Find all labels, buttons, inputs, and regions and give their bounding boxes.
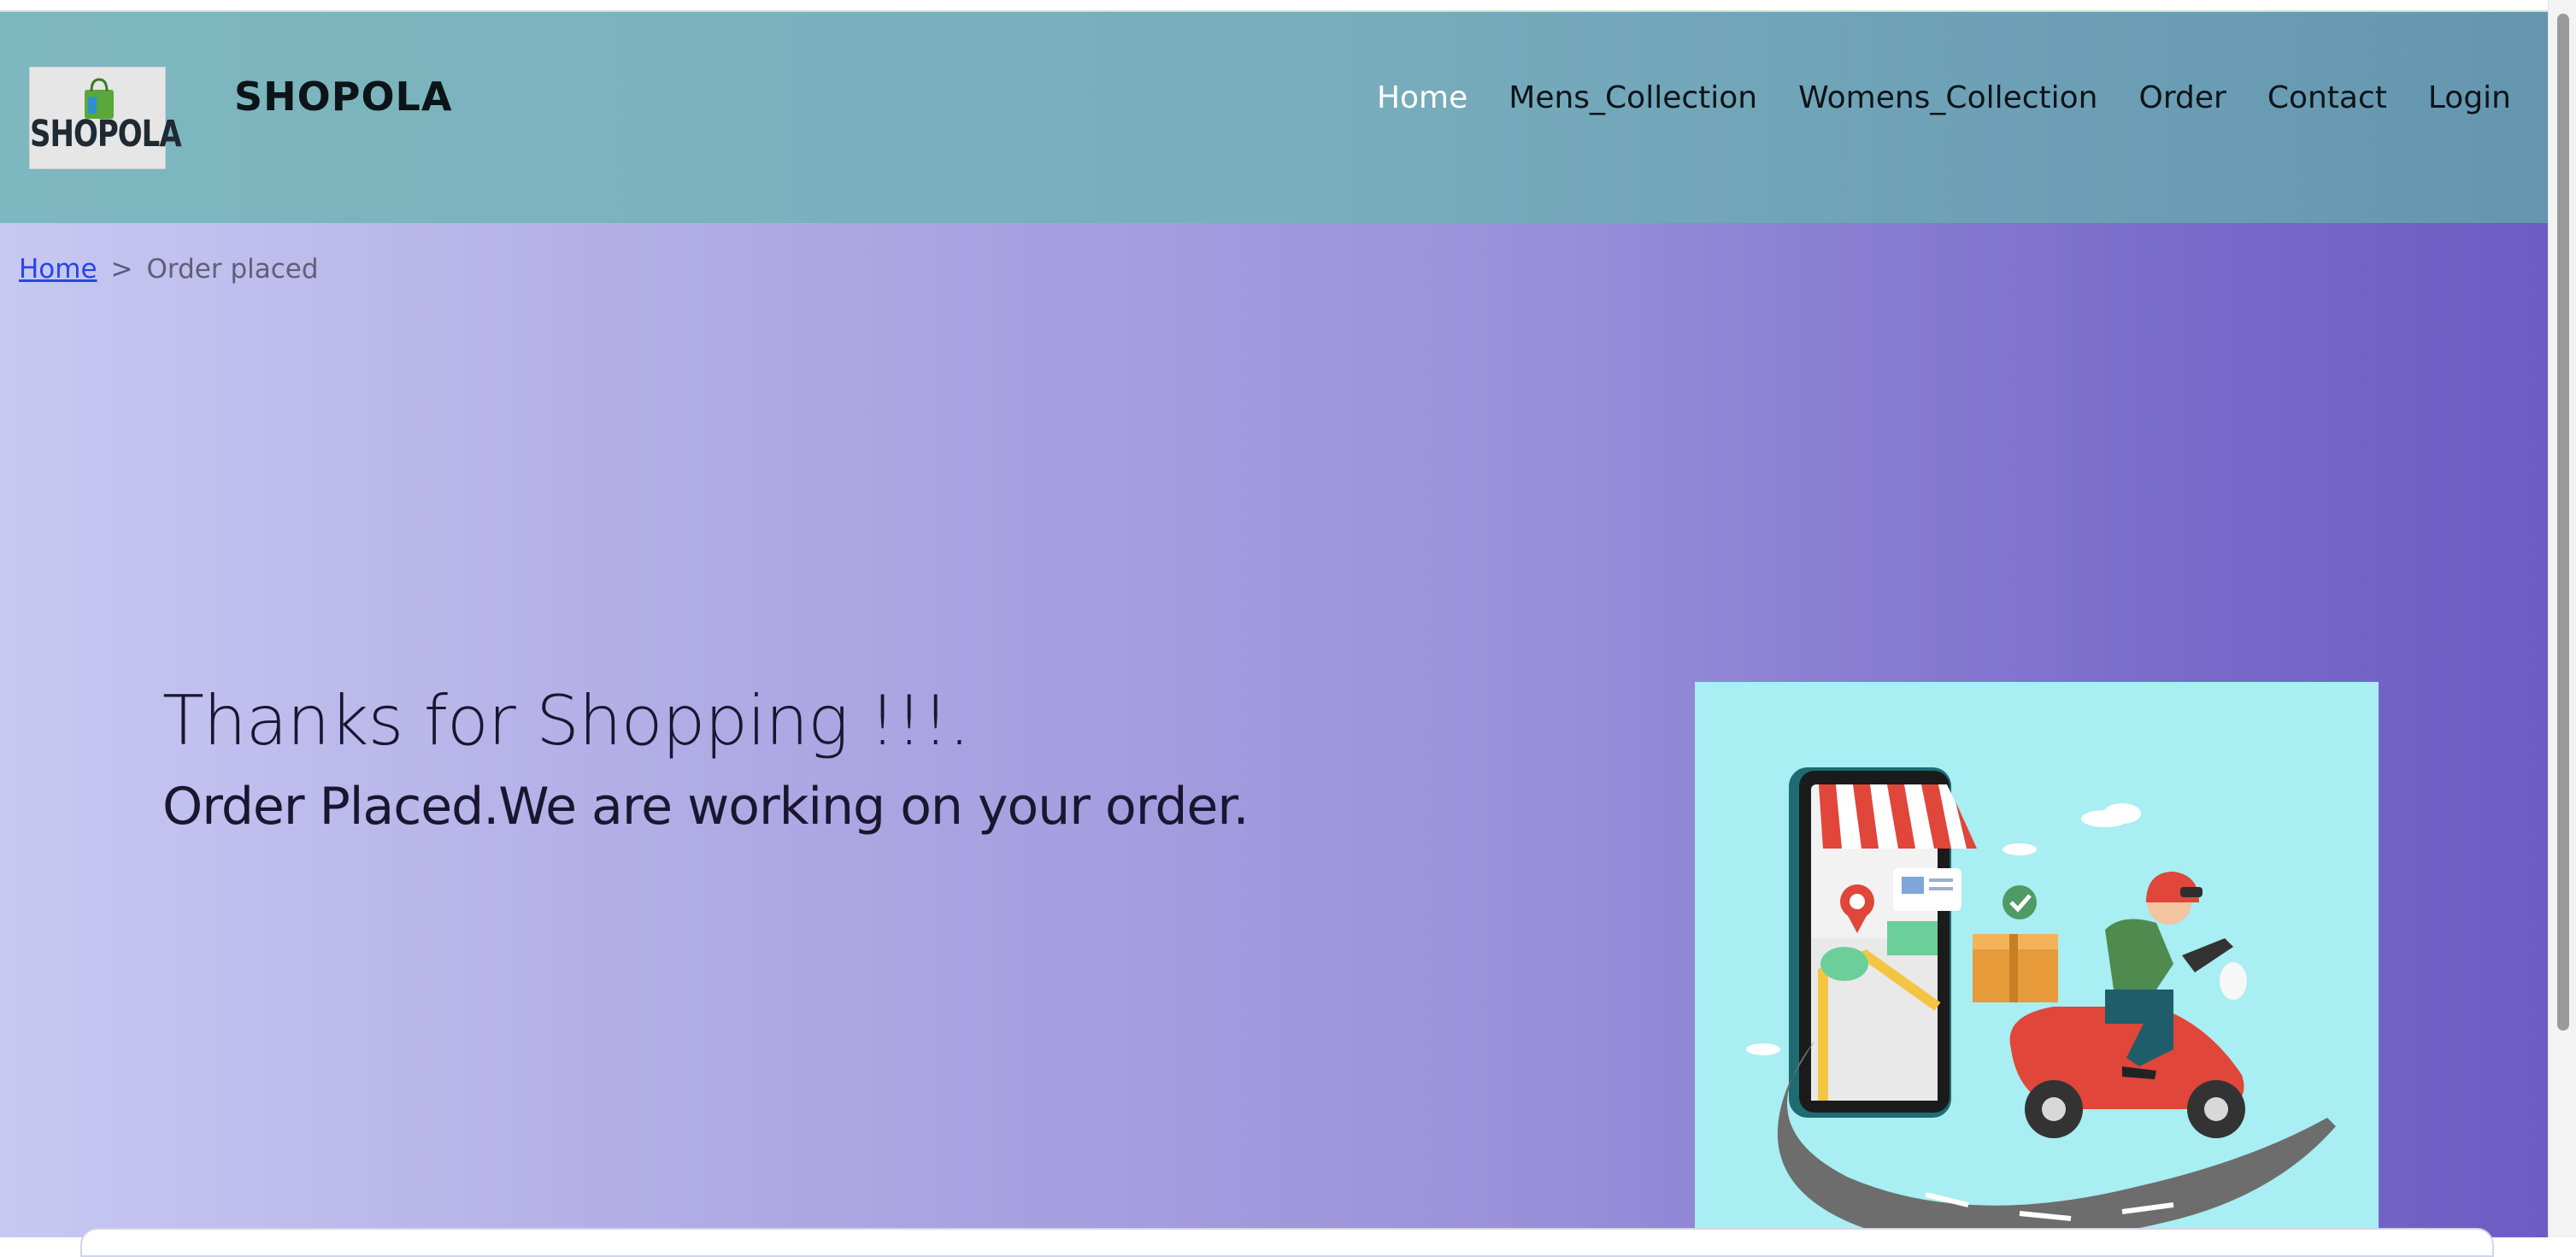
- breadcrumb-current: Order placed: [146, 254, 319, 285]
- page-scrollbar[interactable]: [2548, 0, 2576, 1237]
- delivery-scooter-icon: [1746, 767, 2336, 1244]
- brand-name: SHOPOLA: [234, 73, 453, 120]
- nav-mens-collection[interactable]: Mens_Collection: [1509, 80, 1757, 115]
- nav-womens-collection[interactable]: Womens_Collection: [1798, 80, 2097, 115]
- browser-top-strip: [0, 0, 2549, 12]
- main-nav: Home Mens_Collection Womens_Collection O…: [1377, 80, 2511, 115]
- scrollbar-thumb[interactable]: [2557, 14, 2569, 1031]
- breadcrumb: Home > Order placed: [19, 254, 319, 285]
- site-header: SHOPOLA SHOPOLA Home Mens_Collection Wom…: [0, 12, 2549, 223]
- logo-text: SHOPOLA: [30, 113, 182, 156]
- page-title: Thanks for Shopping !!!.: [162, 681, 970, 761]
- logo[interactable]: SHOPOLA: [29, 67, 182, 169]
- nav-order[interactable]: Order: [2139, 80, 2226, 115]
- delivery-illustration: [1695, 682, 2379, 1244]
- nav-contact[interactable]: Contact: [2267, 80, 2387, 115]
- content-card-edge: [80, 1228, 2494, 1257]
- main-content: Home > Order placed Thanks for Shopping …: [0, 223, 2549, 1244]
- breadcrumb-home-link[interactable]: Home: [19, 254, 97, 285]
- order-placed-message: Order Placed.We are working on your orde…: [162, 777, 1250, 837]
- nav-home[interactable]: Home: [1377, 80, 1467, 115]
- breadcrumb-separator: >: [110, 254, 133, 285]
- nav-login[interactable]: Login: [2428, 80, 2511, 115]
